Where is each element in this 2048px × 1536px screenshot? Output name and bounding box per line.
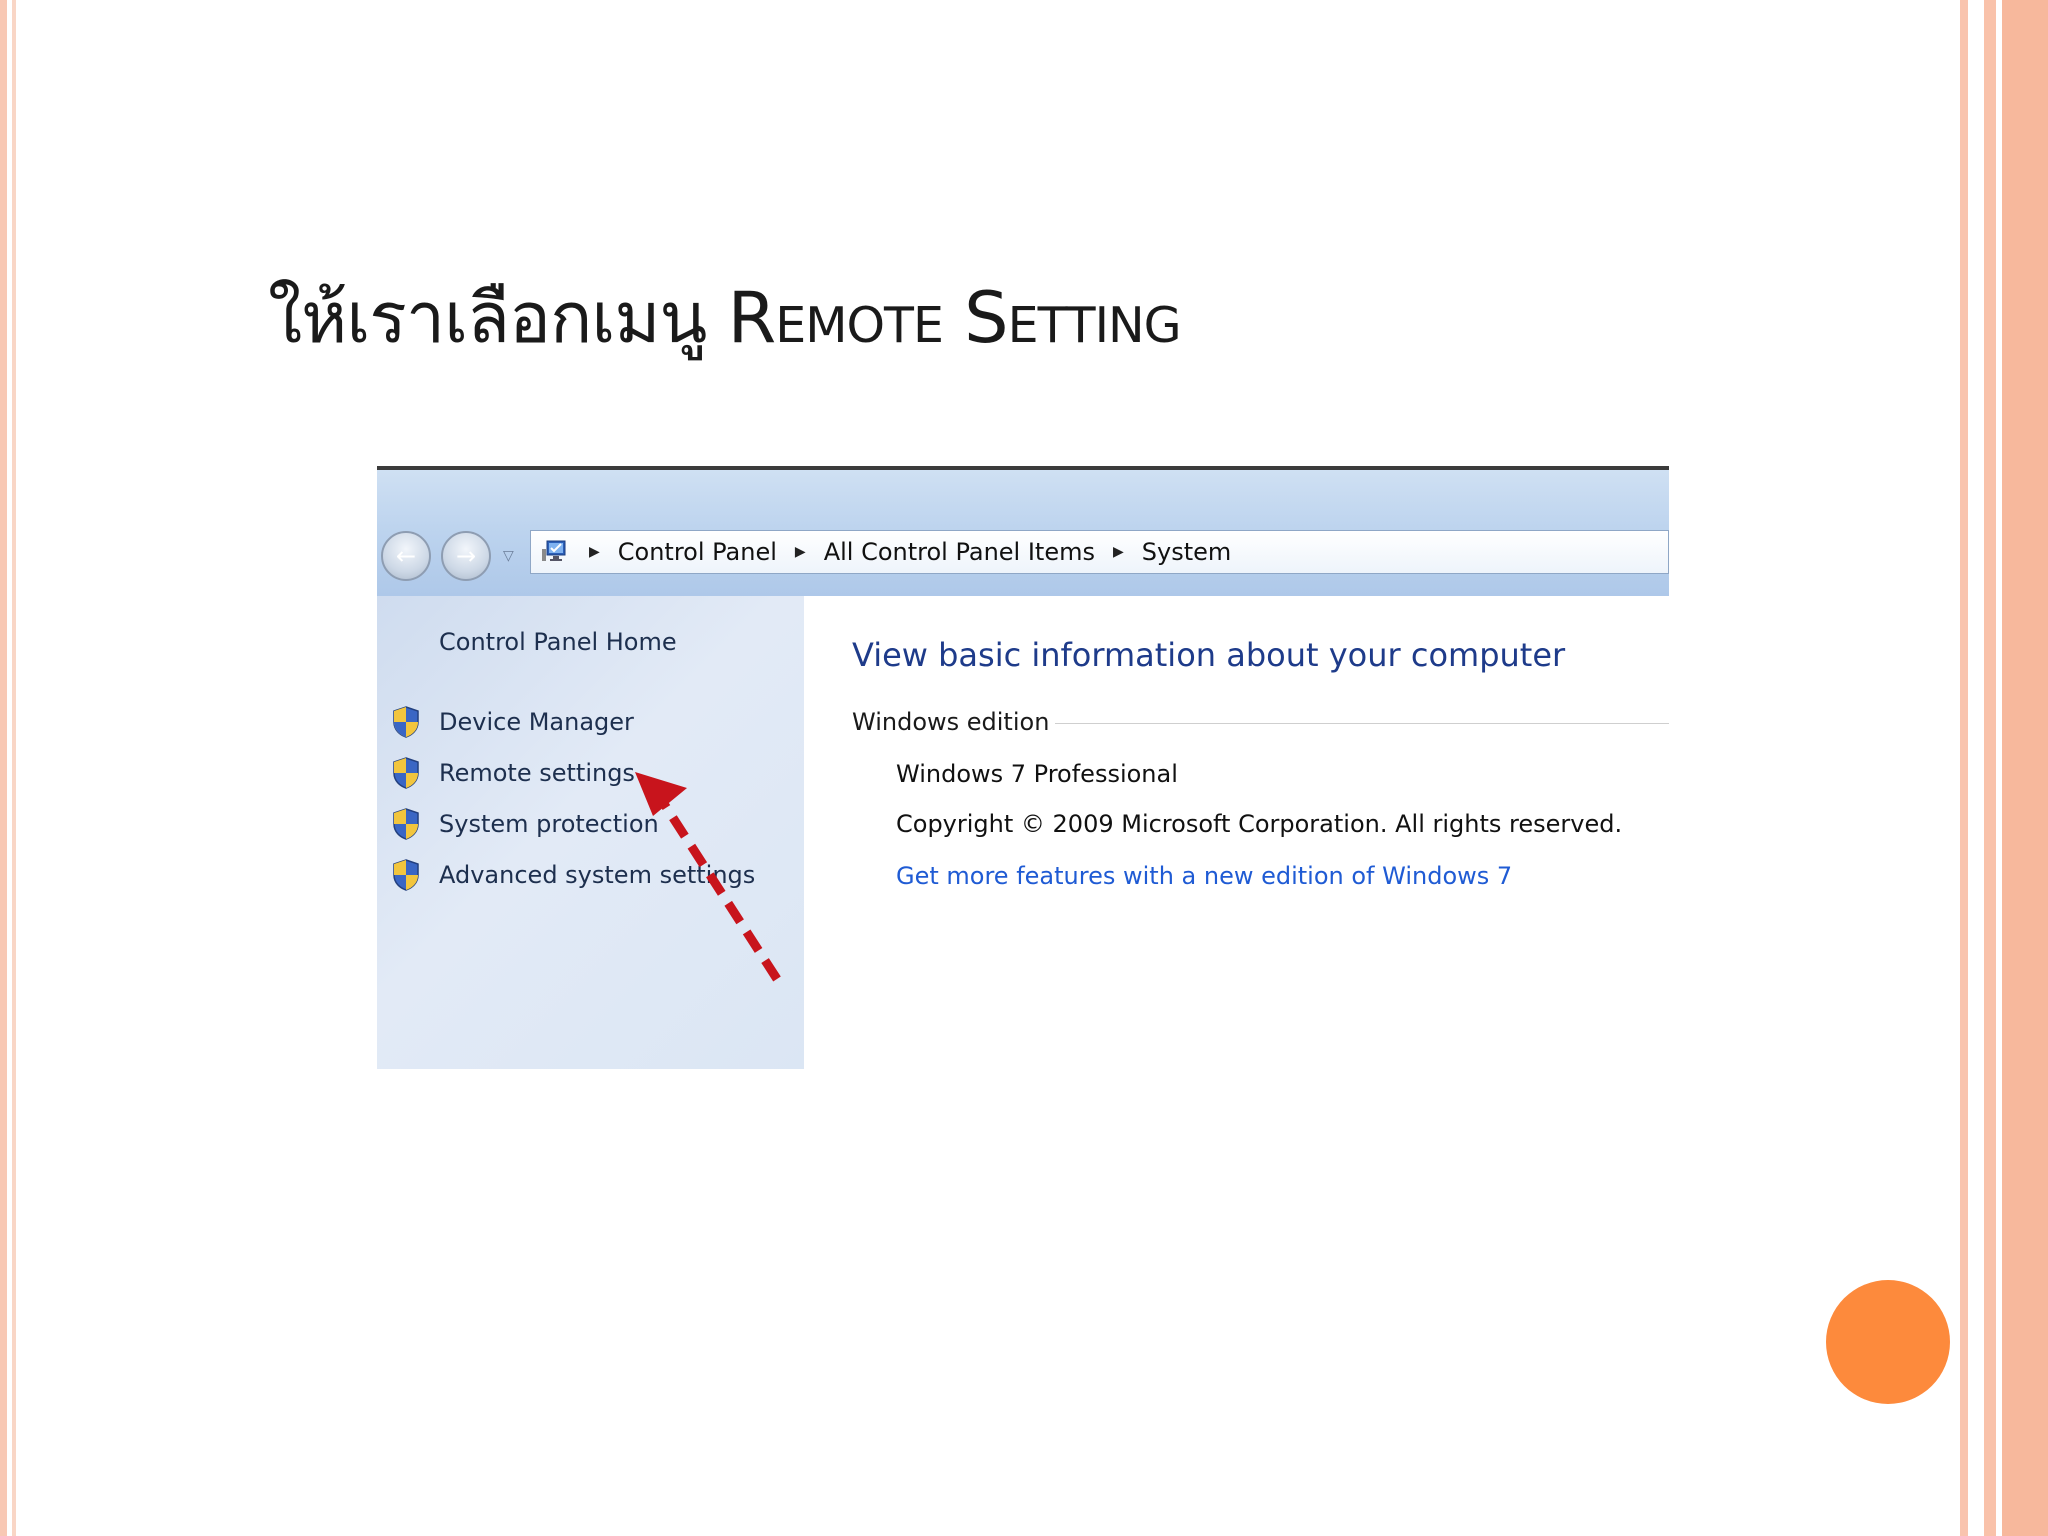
sidebar-item-remote-settings[interactable]: Remote settings [391,747,755,798]
sidebar-item-label: System protection [439,809,659,838]
breadcrumb-separator-icon[interactable]: ▶ [589,544,600,560]
sidebar-item-advanced-system-settings[interactable]: Advanced system settings [391,849,755,900]
shield-icon [393,756,419,789]
breadcrumb-item-system[interactable]: System [1142,538,1232,566]
shield-icon [393,807,419,840]
sidebar-item-label: Remote settings [439,758,635,787]
slide-left-border [0,0,26,1536]
group-label: Windows edition [852,708,1056,736]
slide-title: ให้เราเลือกเมนู Remote Setting [268,262,1182,373]
breadcrumb-item-all-control-panel-items[interactable]: All Control Panel Items [824,538,1095,566]
shield-icon [393,858,419,891]
forward-button[interactable]: → [441,531,491,581]
decorative-orange-circle [1826,1280,1950,1404]
sidebar-task-list: Device Manager Remote settings System pr… [391,696,755,900]
breadcrumb: ▶ Control Panel ▶ All Control Panel Item… [571,531,1231,573]
forward-arrow-icon: → [455,542,477,570]
page-title: View basic information about your comput… [852,636,1566,674]
back-arrow-icon: ← [395,542,417,570]
windows-edition-value: Windows 7 Professional [896,760,1178,788]
recent-pages-chevron-down-icon[interactable]: ▽ [503,548,514,564]
windows-edition-group: Windows edition [852,708,1669,738]
sidebar-item-device-manager[interactable]: Device Manager [391,696,755,747]
back-button[interactable]: ← [381,531,431,581]
get-more-features-link[interactable]: Get more features with a new edition of … [896,862,1512,890]
copyright-text: Copyright © 2009 Microsoft Corporation. … [896,810,1623,838]
address-bar[interactable]: ▶ Control Panel ▶ All Control Panel Item… [530,530,1669,574]
sidebar-item-label: Device Manager [439,707,634,736]
computer-icon [542,540,566,561]
shield-icon [393,705,419,738]
navigation-toolbar: ← → ▽ ▶ Control Panel ▶ All Control Pane… [377,470,1669,596]
control-panel-screenshot: ← → ▽ ▶ Control Panel ▶ All Control Pane… [377,466,1669,1069]
slide-title-english: Remote Setting [727,277,1182,359]
sidebar: Control Panel Home Device Manager Remote… [377,596,804,1069]
sidebar-item-control-panel-home[interactable]: Control Panel Home [439,628,677,656]
breadcrumb-separator-icon[interactable]: ▶ [1113,544,1124,560]
breadcrumb-item-control-panel[interactable]: Control Panel [618,538,777,566]
group-divider [1047,723,1669,724]
sidebar-item-system-protection[interactable]: System protection [391,798,755,849]
system-info-panel: View basic information about your comput… [804,596,1669,1069]
breadcrumb-separator-icon[interactable]: ▶ [795,544,806,560]
slide-title-thai: ให้เราเลือกเมนู [268,277,707,359]
sidebar-item-label: Advanced system settings [439,860,756,889]
slide-right-border [1956,0,2048,1536]
